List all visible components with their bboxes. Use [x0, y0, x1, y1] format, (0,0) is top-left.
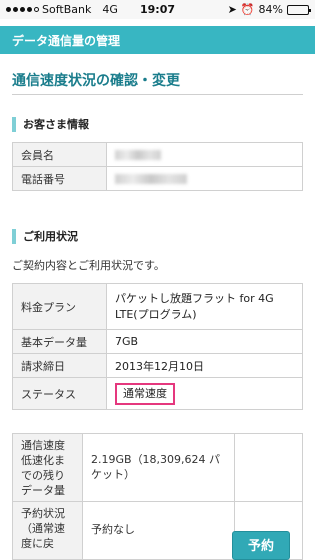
title-divider	[12, 94, 303, 95]
billing-date-label: 請求締日	[12, 353, 107, 378]
plan-value: パケットし放題フラット for 4G LTE(プログラム)	[106, 283, 303, 330]
table-row: 会員名	[12, 142, 303, 167]
reservation-value: 予約なし	[91, 523, 135, 536]
customer-info-heading: お客さま情報	[12, 116, 89, 132]
redacted-name	[115, 150, 161, 160]
heading-marker	[12, 228, 16, 244]
status-label: ステータス	[12, 377, 107, 410]
table-row: 基本データ量 7GB	[12, 329, 303, 354]
base-data-label: 基本データ量	[12, 329, 107, 354]
status-cell: 通常速度	[106, 377, 303, 410]
status-bar: SoftBank 4G 19:07 ➤ ⏰ 84%	[0, 0, 315, 19]
usage-status-heading: ご利用状況	[12, 228, 78, 244]
member-name-label: 会員名	[12, 142, 107, 167]
phone-number-label: 電話番号	[12, 166, 107, 191]
table-row: 請求締日 2013年12月10日	[12, 353, 303, 378]
usage-intro-text: ご契約内容とご利用状況です。	[12, 259, 165, 272]
location-arrow-icon: ➤	[227, 3, 237, 16]
table-row: ステータス 通常速度	[12, 377, 303, 410]
table-row: 通信速度低速化までの残りデータ量 2.19GB（18,309,624 パケット）	[13, 434, 302, 502]
plan-label: 料金プラン	[12, 283, 107, 330]
battery-percent: 84%	[258, 3, 283, 16]
usage-status-heading-text: ご利用状況	[23, 230, 78, 243]
base-data-value: 7GB	[106, 329, 303, 354]
table-row: 料金プラン パケットし放題フラット for 4G LTE(プログラム)	[12, 283, 303, 330]
billing-date-value: 2013年12月10日	[106, 353, 303, 378]
reserve-button[interactable]: 予約	[232, 531, 290, 560]
battery-icon	[287, 4, 311, 15]
heading-marker	[12, 116, 16, 132]
remaining-data-label: 通信速度低速化までの残りデータ量	[13, 434, 83, 501]
remaining-data-value: 2.19GB（18,309,624 パケット）	[91, 453, 221, 481]
redacted-phone	[115, 174, 187, 184]
phone-number-value	[106, 166, 303, 191]
member-name-value	[106, 142, 303, 167]
reservation-label: 予約状況（通常速度に戻	[13, 502, 83, 559]
customer-info-table: 会員名 電話番号	[12, 142, 303, 191]
page-title: 通信速度状況の確認・変更	[12, 73, 180, 89]
header-title: データ通信量の管理	[12, 34, 121, 48]
table-row: 電話番号	[12, 166, 303, 191]
app-header: データ通信量の管理	[0, 26, 315, 54]
status-badge: 通常速度	[115, 382, 175, 405]
contract-table: 料金プラン パケットし放題フラット for 4G LTE(プログラム) 基本デー…	[12, 283, 303, 410]
alarm-icon: ⏰	[240, 3, 255, 16]
customer-info-heading-text: お客さま情報	[23, 118, 89, 131]
